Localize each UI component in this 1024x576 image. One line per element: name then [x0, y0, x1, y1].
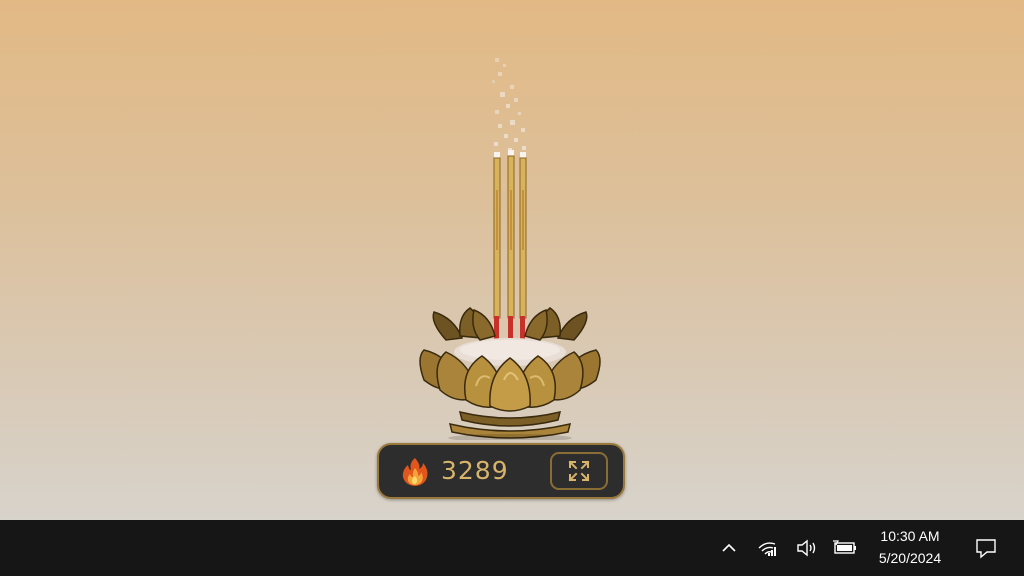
chevron-up-icon: [722, 543, 736, 552]
clock-time: 10:30 AM: [880, 528, 940, 544]
offering-count: 3289: [441, 456, 509, 485]
battery-icon: [833, 540, 856, 554]
incense-burner-graphic: [419, 58, 601, 440]
wifi-icon: [758, 542, 776, 556]
expand-icon: [568, 460, 590, 482]
incense-sticks: [493, 155, 527, 352]
battery-button[interactable]: [830, 520, 860, 576]
volume-icon: [797, 539, 816, 557]
notification-icon: [976, 539, 996, 559]
desktop-background: 3289: [0, 0, 1024, 520]
taskbar: 10:30 AM 5/20/2024: [0, 520, 1024, 576]
expand-button[interactable]: [550, 452, 608, 490]
volume-button[interactable]: [790, 520, 824, 576]
show-hidden-icons-button[interactable]: [714, 520, 744, 576]
lotus-front-petals: [419, 349, 601, 412]
flame-icon: [402, 458, 428, 486]
offering-counter-panel: 3289: [377, 443, 625, 499]
notifications-button[interactable]: [968, 520, 1004, 576]
network-button[interactable]: [752, 520, 784, 576]
smoke-particles: [492, 58, 526, 152]
incense-burner-illustration: [400, 40, 620, 440]
taskbar-clock[interactable]: 10:30 AM 5/20/2024: [866, 526, 954, 570]
clock-date: 5/20/2024: [878, 550, 942, 566]
